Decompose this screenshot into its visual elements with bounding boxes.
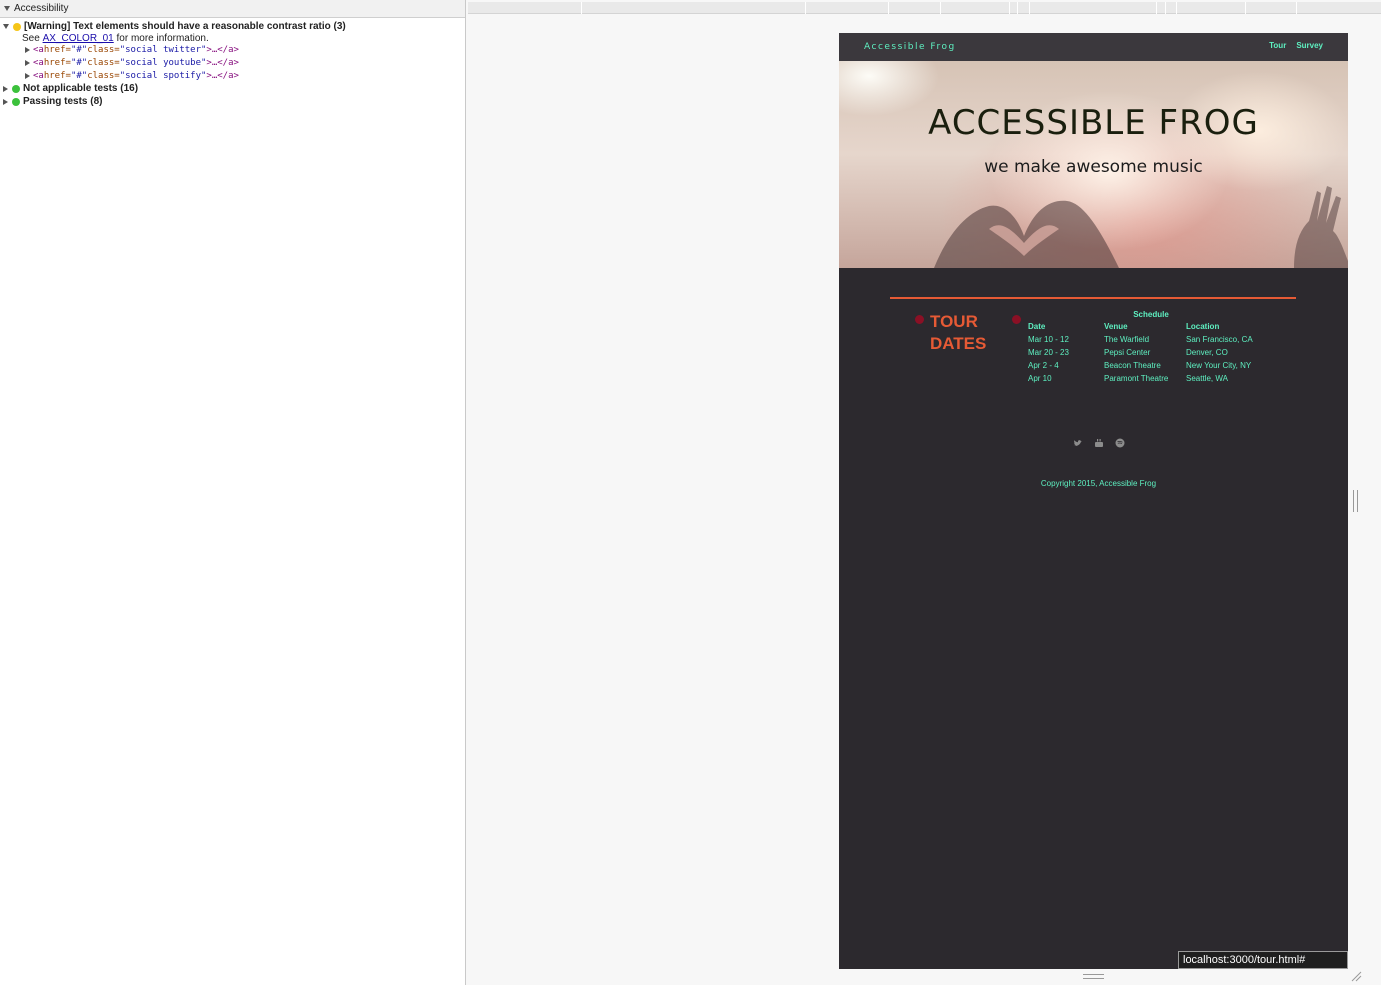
bullet-icon (1012, 315, 1021, 324)
ruler-tick (1029, 2, 1030, 14)
nav-links: Tour Survey (1269, 41, 1323, 50)
expand-triangle-icon[interactable] (25, 72, 30, 79)
table-cell-date: Apr 10 (1028, 374, 1052, 383)
table-cell-location: Seattle, WA (1186, 374, 1228, 383)
table-cell-date: Mar 10 - 12 (1028, 335, 1069, 344)
element-row[interactable]: <a href= "#" class= "social spotify" >…</a> (25, 69, 239, 82)
side-resize-handle[interactable] (1353, 490, 1358, 512)
table-cell-location: San Francisco, CA (1186, 335, 1253, 344)
table-cell-date: Apr 2 - 4 (1028, 361, 1059, 370)
tag-close: >…</a> (206, 44, 239, 55)
ruler-tick (1176, 2, 1177, 14)
ruler-tick (1156, 2, 1157, 14)
class-value: "social twitter" (119, 44, 207, 55)
passing-label: Passing tests (8) (23, 96, 103, 107)
ruler-tick (581, 2, 582, 14)
class-attr: class= (87, 70, 120, 81)
copyright-text: Copyright 2015, Accessible Frog (1040, 479, 1157, 488)
status-url-bar: localhost:3000/tour.html# (1178, 951, 1348, 969)
class-attr: class= (87, 44, 120, 55)
ruler-tick (1009, 2, 1010, 14)
passing-row[interactable]: Passing tests (8) (3, 95, 102, 108)
table-cell-venue: Pepsi Center (1104, 348, 1151, 357)
column-header-venue: Venue (1104, 322, 1128, 331)
table-cell-venue: Beacon Theatre (1104, 361, 1161, 370)
spotify-icon[interactable] (1115, 438, 1125, 448)
href-attr: href= (43, 70, 71, 81)
warning-icon (13, 22, 21, 31)
brand-link[interactable]: Accessible Frog (864, 42, 956, 52)
tag-close: >…</a> (206, 70, 239, 81)
table-cell-location: Denver, CO (1186, 348, 1228, 357)
warning-label: [Warning] Text elements should have a re… (24, 21, 346, 32)
collapse-triangle-icon[interactable] (4, 6, 10, 11)
table-cell-date: Mar 20 - 23 (1028, 348, 1069, 357)
hero-banner: ACCESSIBLE FROG we make awesome music (839, 61, 1348, 268)
bullet-icon (915, 315, 924, 324)
href-value: "#" (70, 44, 88, 55)
bottom-resize-handle[interactable] (1083, 974, 1104, 979)
accessibility-header[interactable]: Accessibility (0, 0, 465, 18)
hero-title: ACCESSIBLE FROG (928, 103, 1259, 143)
youtube-icon[interactable] (1094, 438, 1104, 448)
href-attr: href= (43, 57, 71, 68)
ruler-tick (805, 2, 806, 14)
ruler-tick (888, 2, 889, 14)
ruler-tick (1245, 2, 1246, 14)
tag-open: <a (33, 70, 44, 81)
table-cell-venue: Paramont Theatre (1104, 374, 1169, 383)
social-links (1073, 438, 1125, 448)
pass-icon (12, 97, 20, 106)
href-attr: href= (43, 44, 71, 55)
class-attr: class= (87, 57, 120, 68)
raised-hand-shape (1294, 186, 1348, 268)
expand-triangle-icon[interactable] (25, 59, 30, 66)
nav-survey-link[interactable]: Survey (1296, 41, 1323, 50)
hero-subtitle: we make awesome music (984, 157, 1203, 177)
media-query-ruler[interactable] (468, 2, 1381, 14)
expand-triangle-icon[interactable] (3, 85, 8, 92)
table-cell-venue: The Warfield (1104, 335, 1150, 344)
class-value: "social youtube" (119, 57, 207, 68)
column-header-location: Location (1186, 322, 1220, 331)
ruler-tick (1296, 2, 1297, 14)
href-value: "#" (70, 57, 88, 68)
element-row[interactable]: <a href= "#" class= "social twitter" >…</a> (25, 43, 239, 56)
heart-hands-shape (934, 200, 1119, 268)
expand-triangle-icon[interactable] (3, 24, 9, 29)
not-applicable-label: Not applicable tests (16) (23, 83, 139, 94)
table-cell-location: New Your City, NY (1186, 361, 1252, 370)
pass-icon (12, 84, 20, 93)
expand-triangle-icon[interactable] (25, 46, 30, 53)
schedule-caption: Schedule (1133, 310, 1169, 319)
expand-triangle-icon[interactable] (3, 98, 8, 105)
tag-open: <a (33, 57, 44, 68)
column-header-date: Date (1028, 322, 1046, 331)
resize-corner-icon[interactable] (1350, 970, 1362, 982)
section-divider (890, 297, 1296, 299)
accessibility-panel: Accessibility [Warning] Text elements sh… (0, 0, 466, 985)
ruler-tick (940, 2, 941, 14)
href-value: "#" (70, 70, 88, 81)
class-value: "social spotify" (119, 70, 207, 81)
ruler-tick (1017, 2, 1018, 14)
ruler-tick (1165, 2, 1166, 14)
not-applicable-row[interactable]: Not applicable tests (16) (3, 82, 138, 95)
tag-open: <a (33, 44, 44, 55)
nav-tour-link[interactable]: Tour (1269, 41, 1286, 50)
tag-close: >…</a> (206, 57, 239, 68)
site-preview: Accessible Frog Tour Survey ACCESSIBLE F… (839, 33, 1348, 969)
panel-title: Accessibility (14, 3, 69, 14)
site-nav: Accessible Frog Tour Survey (839, 33, 1348, 61)
tour-dates-heading: TOUR DATES (930, 312, 987, 353)
twitter-icon[interactable] (1073, 438, 1083, 448)
element-row[interactable]: <a href= "#" class= "social youtube" >…</a> (25, 56, 239, 69)
